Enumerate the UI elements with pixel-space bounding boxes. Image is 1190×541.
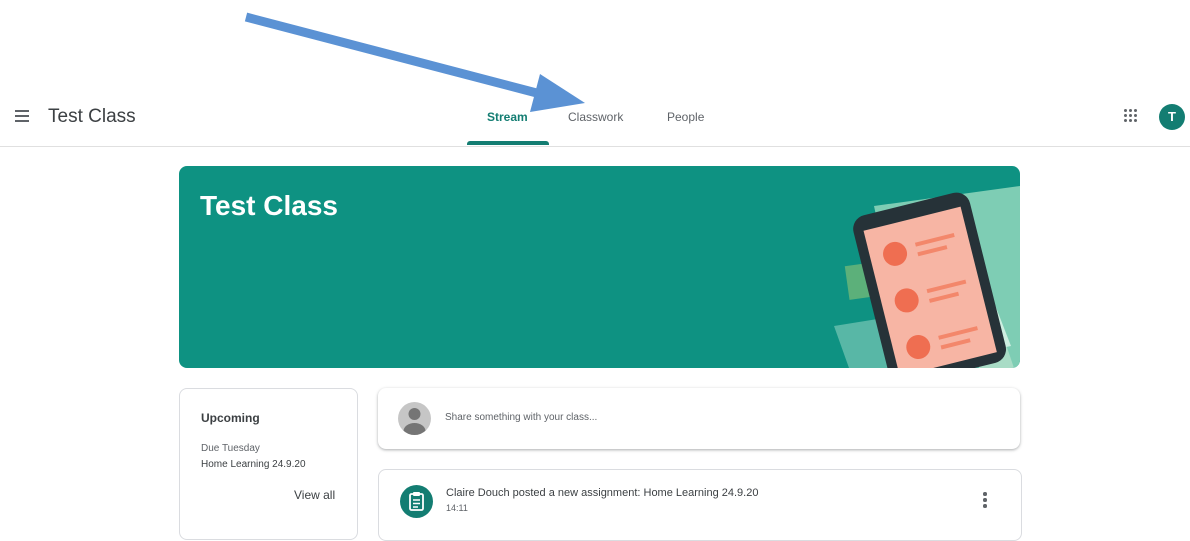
post-time: 14:11: [446, 503, 468, 513]
upcoming-title: Upcoming: [201, 411, 260, 425]
tab-stream[interactable]: Stream: [487, 110, 528, 124]
upcoming-card: Upcoming Due Tuesday Home Learning 24.9.…: [179, 388, 358, 540]
class-title[interactable]: Test Class: [48, 106, 136, 128]
due-item-link[interactable]: Home Learning 24.9.20: [201, 459, 306, 470]
stream-post[interactable]: Claire Douch posted a new assignment: Ho…: [378, 469, 1022, 541]
banner-illustration: [834, 186, 1020, 368]
share-placeholder[interactable]: Share something with your class...: [445, 412, 597, 423]
user-avatar: [398, 402, 431, 435]
menu-icon[interactable]: [12, 107, 34, 125]
top-bar: Test Class Stream Classwork People T: [0, 88, 1190, 147]
tab-classwork[interactable]: Classwork: [568, 110, 623, 124]
apps-grid-icon[interactable]: [1123, 108, 1139, 124]
class-banner: Test Class: [179, 166, 1020, 368]
view-all-link[interactable]: View all: [294, 488, 335, 502]
person-icon: [403, 408, 426, 435]
assignment-icon: [400, 485, 433, 518]
tab-people[interactable]: People: [667, 110, 704, 124]
more-options-icon[interactable]: [977, 490, 993, 510]
active-tab-indicator: [467, 141, 549, 145]
post-title[interactable]: Claire Douch posted a new assignment: Ho…: [446, 487, 758, 499]
share-box[interactable]: Share something with your class...: [378, 388, 1020, 449]
banner-title[interactable]: Test Class: [200, 190, 338, 222]
account-avatar[interactable]: T: [1159, 104, 1185, 130]
due-label: Due Tuesday: [201, 443, 260, 454]
